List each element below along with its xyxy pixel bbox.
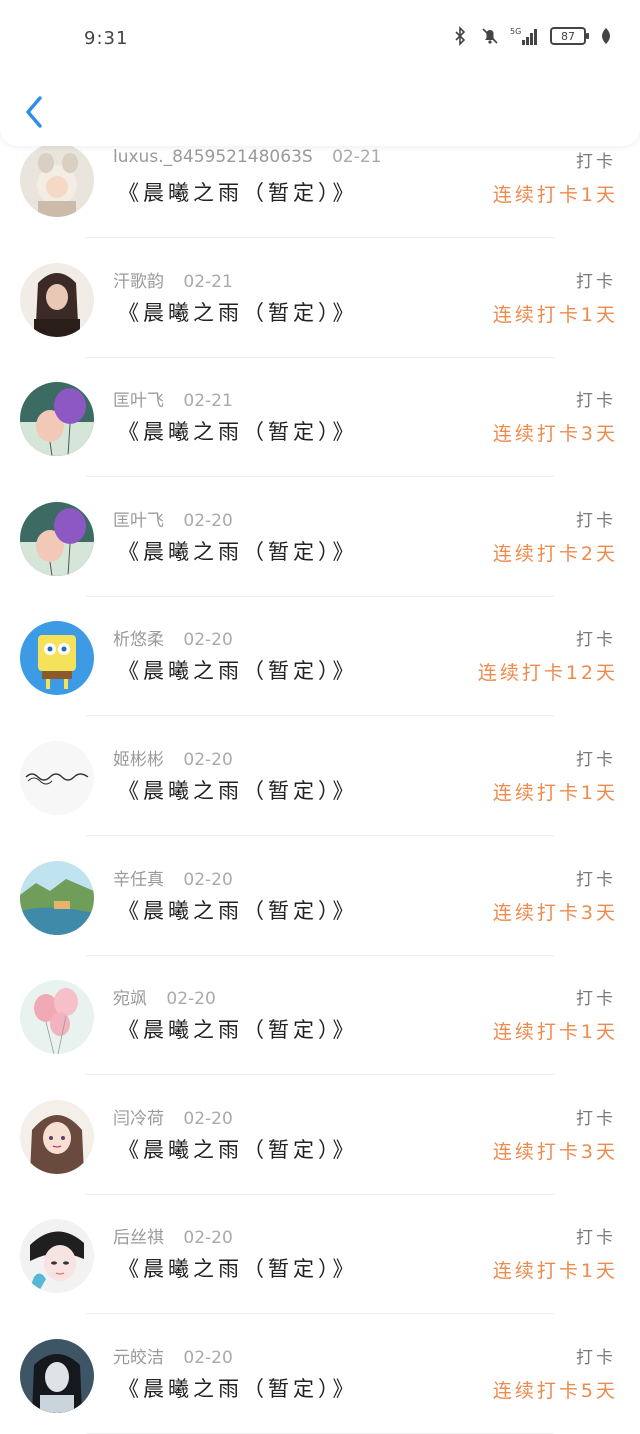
user-line: 析悠柔 02-20 [113, 625, 233, 650]
user-name[interactable]: luxus._845952148063S [113, 147, 313, 167]
list-item[interactable]: 后丝祺 02-20 《晨曦之雨（暂定）》 打卡 连续打卡1天 [0, 1195, 640, 1315]
book-title[interactable]: 《晨曦之雨（暂定）》 [118, 1134, 358, 1164]
leaf-icon [602, 28, 610, 44]
list-item[interactable]: 元皎洁 02-20 《晨曦之雨（暂定）》 打卡 连续打卡5天 [0, 1315, 640, 1434]
checkin-date: 02-20 [183, 1348, 233, 1368]
list-item[interactable]: 匡叶飞 02-21 《晨曦之雨（暂定）》 打卡 连续打卡3天 [0, 358, 640, 478]
avatar[interactable] [20, 860, 94, 935]
user-name[interactable]: 姬彬彬 [113, 750, 164, 770]
checkin-label: 打卡 [576, 271, 616, 292]
checkin-date: 02-20 [183, 869, 233, 890]
book-title[interactable]: 《晨曦之雨（暂定）》 [118, 1373, 358, 1403]
checkin-date: 02-21 [183, 391, 233, 412]
avatar[interactable] [20, 262, 94, 337]
avatar[interactable] [20, 1099, 94, 1174]
status-icons: 5G 87 [450, 26, 616, 46]
user-name[interactable]: 元皎洁 [113, 1348, 164, 1368]
streak-label: 连续打卡1天 [492, 303, 618, 326]
streak-label: 连续打卡3天 [492, 1140, 618, 1163]
book-title[interactable]: 《晨曦之雨（暂定）》 [118, 536, 358, 566]
user-line: 辛任真 02-20 [113, 865, 233, 890]
back-button[interactable] [22, 94, 48, 130]
avatar[interactable] [20, 501, 94, 576]
user-name[interactable]: 后丝祺 [113, 1228, 164, 1248]
streak-label: 连续打卡2天 [492, 542, 618, 565]
user-name[interactable]: 匡叶飞 [113, 511, 164, 531]
avatar[interactable] [20, 1339, 94, 1413]
checkin-date: 02-20 [166, 989, 216, 1010]
user-line: 后丝祺 02-20 [113, 1223, 233, 1248]
checkin-label: 打卡 [576, 989, 616, 1010]
checkin-date: 02-20 [183, 630, 233, 651]
avatar[interactable] [20, 382, 94, 457]
list-item[interactable]: 析悠柔 02-20 《晨曦之雨（暂定）》 打卡 连续打卡12天 [0, 597, 640, 717]
user-name[interactable]: 闫冷荷 [113, 1109, 164, 1129]
user-line: 汗歌韵 02-21 [113, 267, 233, 292]
book-title[interactable]: 《晨曦之雨（暂定）》 [118, 775, 358, 805]
user-name[interactable]: 匡叶飞 [113, 391, 164, 411]
user-name[interactable]: 辛任真 [113, 870, 164, 890]
avatar[interactable] [20, 1219, 94, 1294]
streak-label: 连续打卡3天 [492, 901, 618, 924]
user-line: 匡叶飞 02-20 [113, 506, 233, 531]
streak-label: 连续打卡1天 [492, 1260, 618, 1283]
checkin-date: 02-20 [183, 750, 233, 770]
streak-label: 连续打卡1天 [492, 184, 618, 206]
list-item[interactable]: 宛飒 02-20 《晨曦之雨（暂定）》 打卡 连续打卡1天 [0, 956, 640, 1076]
checkin-date: 02-21 [332, 147, 382, 167]
checkin-label: 打卡 [576, 750, 616, 770]
user-line: luxus._845952148063S 02-21 [113, 147, 382, 167]
book-title[interactable]: 《晨曦之雨（暂定）》 [118, 895, 358, 925]
user-line: 宛飒 02-20 [113, 984, 216, 1009]
streak-label: 连续打卡1天 [492, 1021, 618, 1044]
book-title[interactable]: 《晨曦之雨（暂定）》 [118, 1014, 358, 1044]
book-title[interactable]: 《晨曦之雨（暂定）》 [118, 655, 358, 685]
list-item[interactable]: 汗歌韵 02-21 《晨曦之雨（暂定）》 打卡 连续打卡1天 [0, 239, 640, 358]
checkin-date: 02-20 [183, 510, 233, 531]
user-name[interactable]: 汗歌韵 [113, 272, 164, 292]
book-title[interactable]: 《晨曦之雨（暂定）》 [118, 297, 358, 327]
checkin-label: 打卡 [576, 630, 616, 651]
bluetooth-icon [455, 26, 466, 46]
streak-label: 连续打卡1天 [492, 782, 618, 804]
checkin-date: 02-20 [183, 1228, 233, 1249]
streak-label: 连续打卡3天 [492, 423, 618, 446]
checkin-label: 打卡 [576, 1108, 616, 1129]
checkin-label: 打卡 [576, 1228, 616, 1249]
streak-label: 连续打卡12天 [477, 662, 618, 685]
status-time: 9:31 [84, 28, 129, 49]
user-line: 匡叶飞 02-21 [113, 386, 233, 411]
checkin-label: 打卡 [576, 869, 616, 890]
book-title[interactable]: 《晨曦之雨（暂定）》 [118, 416, 358, 446]
user-name[interactable]: 宛飒 [113, 989, 147, 1009]
checkin-date: 02-21 [183, 271, 233, 292]
list-item[interactable]: 辛任真 02-20 《晨曦之雨（暂定）》 打卡 连续打卡3天 [0, 837, 640, 956]
book-title[interactable]: 《晨曦之雨（暂定）》 [118, 1253, 358, 1283]
avatar[interactable] [20, 741, 94, 815]
top-bar: 9:31 5G 87 [0, 0, 640, 146]
checkin-label: 打卡 [576, 391, 616, 412]
signal-icon: 5G [510, 27, 537, 45]
user-line: 姬彬彬 02-20 [113, 745, 233, 770]
checkin-label: 打卡 [576, 152, 616, 172]
checkin-date: 02-20 [183, 1108, 233, 1129]
book-title[interactable]: 《晨曦之雨（暂定）》 [118, 177, 358, 207]
network-label: 5G [510, 27, 521, 36]
bell-muted-icon [482, 28, 498, 44]
list-item[interactable]: 匡叶飞 02-20 《晨曦之雨（暂定）》 打卡 连续打卡2天 [0, 478, 640, 597]
battery-icon: 87 [550, 27, 589, 45]
battery-level: 87 [561, 29, 575, 43]
list-item[interactable]: 闫冷荷 02-20 《晨曦之雨（暂定）》 打卡 连续打卡3天 [0, 1076, 640, 1195]
user-name[interactable]: 析悠柔 [113, 630, 164, 650]
user-line: 元皎洁 02-20 [113, 1343, 233, 1368]
avatar[interactable] [20, 143, 94, 217]
list-item[interactable]: 姬彬彬 02-20 《晨曦之雨（暂定）》 打卡 连续打卡1天 [0, 717, 640, 836]
user-line: 闫冷荷 02-20 [113, 1104, 233, 1129]
avatar[interactable] [20, 980, 94, 1055]
checkin-label: 打卡 [576, 510, 616, 531]
checkin-label: 打卡 [576, 1348, 616, 1368]
avatar[interactable] [20, 621, 94, 696]
streak-label: 连续打卡5天 [492, 1380, 618, 1402]
